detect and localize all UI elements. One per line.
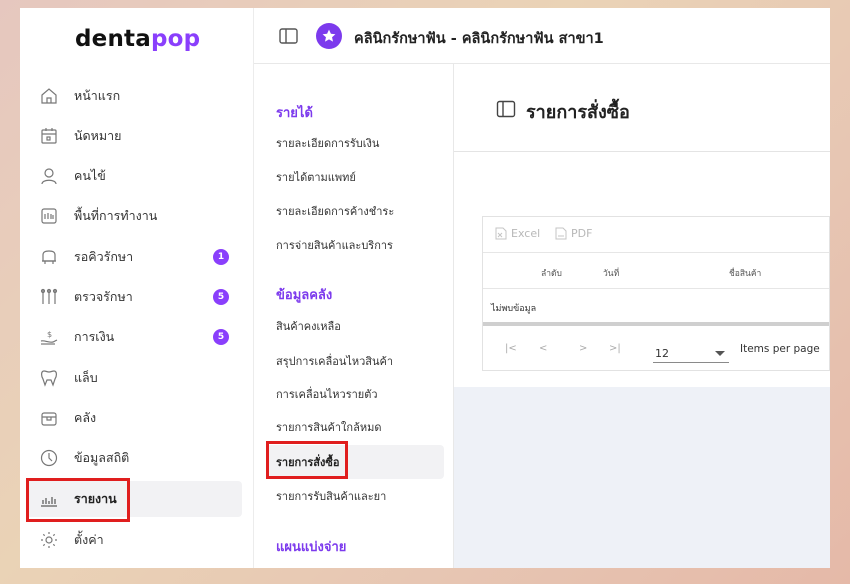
grid-header: ลำดับ วันที่ ชื่อสินค้า (483, 253, 829, 289)
dental-chair-icon (38, 247, 60, 267)
sidebar-item-label: ข้อมูลสถิติ (74, 450, 130, 465)
submenu-item-purchase-orders[interactable]: รายการสั่งซื้อ (266, 445, 444, 479)
submenu-item[interactable]: สินค้าคงเหลือ (266, 309, 444, 343)
app-window: dentapop หน้าแรก นัดหมาย คนไข้ พื้นที่กา… (20, 8, 830, 568)
empty-message: ไม่พบข้อมูล (491, 304, 537, 314)
column-header[interactable]: ลำดับ (541, 266, 562, 280)
section-title-income: รายได้ (276, 106, 313, 121)
page-size-select[interactable]: 12 (653, 341, 729, 363)
workspace-icon (38, 206, 60, 226)
user-icon (38, 166, 60, 186)
notification-badge: 5 (213, 289, 229, 305)
sidebar-item-label: การเงิน (74, 329, 115, 344)
section-title-installments: แผนแบ่งจ่าย (276, 540, 347, 555)
sidebar-item-label: รายงาน (74, 491, 117, 506)
submenu-item[interactable]: รายละเอียดการรับเงิน (266, 126, 444, 160)
dental-tools-icon (38, 287, 60, 307)
page-title: รายการสั่งซื้อ (526, 102, 630, 123)
sidebar-item-reports[interactable]: รายงาน (26, 481, 242, 517)
submenu-item[interactable]: รายละเอียดการค้างชำระ (266, 194, 444, 228)
page-header: รายการสั่งซื้อ (454, 64, 830, 152)
export-pdf-button[interactable]: PDF (555, 227, 592, 240)
sidebar-item-label: คลัง (74, 410, 97, 425)
next-page-button[interactable]: > (579, 343, 587, 354)
sidebar-item-inventory[interactable]: คลัง (26, 400, 242, 436)
sidebar-item-label: พื้นที่การทำงาน (74, 208, 158, 223)
sidebar-item-statistics[interactable]: ข้อมูลสถิติ (26, 440, 242, 476)
sidebar-item-home[interactable]: หน้าแรก (26, 78, 242, 114)
notification-badge: 1 (213, 249, 229, 265)
sidebar-item-treatment[interactable]: ตรวจรักษา 5 (26, 279, 242, 315)
sidebar-item-finance[interactable]: $ การเงิน 5 (26, 319, 242, 355)
prev-page-button[interactable]: < (539, 343, 547, 354)
sidebar-item-label: แล็บ (74, 370, 98, 385)
report-submenu: รายได้ รายละเอียดการรับเงิน รายได้ตามแพท… (254, 64, 454, 568)
submenu-item[interactable]: การเคลื่อนไหวรายตัว (266, 377, 444, 411)
section-title-inventory: ข้อมูลคลัง (276, 288, 333, 303)
items-per-page-label: Items per page (740, 343, 820, 355)
money-icon: $ (38, 327, 60, 347)
sidebar-item-patients[interactable]: คนไข้ (26, 158, 242, 194)
submenu-item[interactable]: รายการสินค้าใกล้หมด (266, 410, 444, 444)
stats-icon (38, 448, 60, 468)
export-excel-button[interactable]: Excel (495, 227, 540, 240)
sidebar-item-label: คนไข้ (74, 168, 106, 183)
sidebar: dentapop หน้าแรก นัดหมาย คนไข้ พื้นที่กา… (20, 8, 254, 568)
chevron-down-icon (715, 351, 725, 356)
dentapop-logo[interactable]: dentapop (75, 26, 200, 52)
report-icon (38, 489, 60, 509)
excel-label: Excel (511, 227, 541, 240)
data-grid: Excel PDF ลำดับ วันที่ ชื่อสินค้า ไม่พบข… (482, 216, 830, 371)
tooth-icon (38, 368, 60, 388)
clinic-title[interactable]: คลินิกรักษาฟัน - คลินิกรักษาฟัน สาขา1 (354, 27, 604, 50)
column-header[interactable]: ชื่อสินค้า (729, 266, 761, 280)
top-bar: คลินิกรักษาฟัน - คลินิกรักษาฟัน สาขา1 (254, 8, 830, 64)
sidebar-toggle-icon[interactable] (278, 27, 300, 45)
sidebar-item-label: นัดหมาย (74, 128, 122, 143)
sidebar-item-settings[interactable]: ตั้งค่า (26, 522, 242, 558)
submenu-item[interactable]: การจ่ายสินค้าและบริการ (266, 228, 444, 262)
svg-text:$: $ (47, 330, 52, 339)
sidebar-item-lab[interactable]: แล็บ (26, 360, 242, 396)
sidebar-item-label: หน้าแรก (74, 88, 121, 103)
main-content: รายการสั่งซื้อ Excel PDF ลำดับ วันที่ ชื… (454, 64, 830, 568)
panel-icon (496, 100, 516, 118)
notification-badge: 5 (213, 329, 229, 345)
sidebar-item-workspace[interactable]: พื้นที่การทำงาน (26, 198, 242, 234)
sidebar-item-label: รอคิวรักษา (74, 249, 134, 264)
sidebar-item-label: ตั้งค่า (74, 532, 104, 547)
submenu-item[interactable]: รายการรับสินค้าและยา (266, 479, 444, 513)
home-icon (38, 86, 60, 106)
column-header[interactable]: วันที่ (603, 266, 619, 280)
clinic-star-icon[interactable] (316, 23, 342, 49)
pagination: |< < > >| 12 Items per page (483, 329, 829, 369)
box-icon (38, 408, 60, 428)
horizontal-scrollbar[interactable] (483, 322, 829, 326)
grid-toolbar: Excel PDF (483, 217, 829, 253)
calendar-icon (38, 126, 60, 146)
first-page-button[interactable]: |< (505, 343, 517, 354)
pdf-label: PDF (571, 227, 593, 240)
submenu-item[interactable]: รายได้ตามแพทย์ (266, 160, 444, 194)
last-page-button[interactable]: >| (609, 343, 621, 354)
submenu-item[interactable]: สรุปการเคลื่อนไหวสินค้า (266, 344, 444, 378)
sidebar-item-appointments[interactable]: นัดหมาย (26, 118, 242, 154)
sidebar-item-label: ตรวจรักษา (74, 289, 133, 304)
page-size-value: 12 (655, 347, 669, 360)
gear-icon (38, 530, 60, 550)
sidebar-item-waiting-queue[interactable]: รอคิวรักษา 1 (26, 239, 242, 275)
